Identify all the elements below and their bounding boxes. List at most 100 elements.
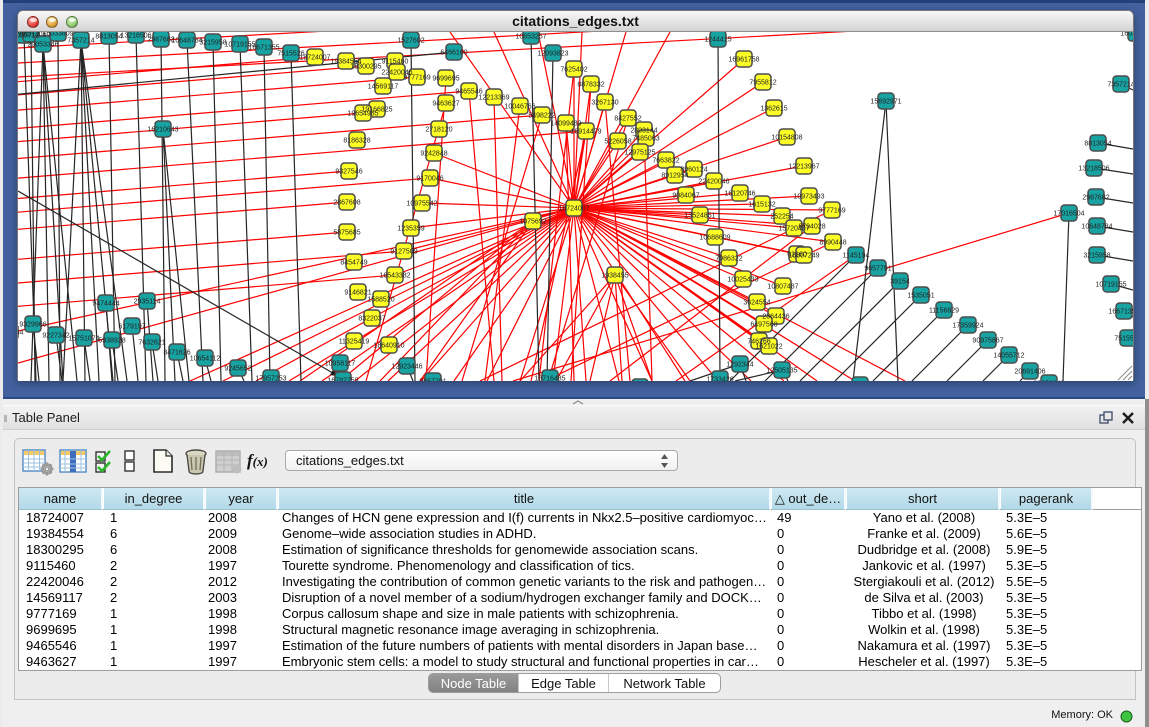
svg-text:1244415: 1244415 (704, 37, 731, 44)
svg-text:13524851: 13524851 (684, 213, 715, 220)
svg-text:10654112: 10654112 (190, 356, 221, 363)
svg-text:5938928: 5938928 (98, 338, 125, 345)
svg-text:90975867: 90975867 (972, 338, 1003, 345)
svg-text:16671355: 16671355 (248, 45, 279, 52)
svg-text:7485063: 7485063 (632, 136, 659, 143)
svg-text:10688609: 10688609 (699, 235, 730, 242)
svg-text:8813054: 8813054 (1084, 141, 1111, 148)
svg-text:18807249: 18807249 (788, 253, 819, 260)
svg-text:12505135: 12505135 (766, 368, 797, 375)
svg-text:1235359: 1235359 (397, 226, 424, 233)
svg-text:10975542: 10975542 (406, 201, 437, 208)
svg-text:10973493: 10973493 (793, 194, 824, 201)
svg-text:9327546: 9327546 (335, 169, 362, 176)
svg-text:6794028: 6794028 (798, 224, 825, 231)
svg-text:8990448: 8990448 (819, 240, 846, 247)
svg-text:12923446: 12923446 (391, 364, 422, 371)
svg-text:11325419: 11325419 (339, 339, 370, 346)
svg-text:10719155: 10719155 (1095, 282, 1126, 289)
svg-text:16210643: 16210643 (147, 127, 178, 134)
svg-text:2718120: 2718120 (425, 127, 452, 134)
svg-text:12975125: 12975125 (624, 150, 655, 157)
svg-text:8471626: 8471626 (163, 350, 190, 357)
svg-text:5498222: 5498222 (528, 113, 555, 120)
svg-text:9245652: 9245652 (224, 366, 251, 373)
svg-text:7515526: 7515526 (1114, 336, 1133, 343)
svg-text:20691406: 20691406 (1014, 369, 1045, 376)
svg-text:9084067: 9084067 (672, 193, 699, 200)
svg-text:9329966: 9329966 (19, 322, 46, 329)
svg-text:9777169: 9777169 (403, 75, 430, 82)
svg-text:13716485: 13716485 (534, 376, 565, 382)
svg-text:10648784: 10648784 (1081, 224, 1112, 231)
svg-text:1527602: 1527602 (397, 38, 424, 45)
svg-text:2364436: 2364436 (762, 314, 789, 321)
svg-text:11156829: 11156829 (929, 308, 959, 315)
svg-text:8878332: 8878332 (577, 82, 604, 89)
svg-text:16914479: 16914479 (570, 129, 601, 136)
svg-text:9115460: 9115460 (382, 59, 409, 66)
svg-text:39154: 39154 (890, 279, 910, 286)
svg-text:1167534: 1167534 (18, 330, 23, 337)
svg-text:6466160: 6466160 (440, 50, 467, 57)
svg-text:1292344: 1292344 (726, 362, 753, 369)
svg-text:8813054: 8813054 (95, 34, 122, 41)
svg-text:15751074: 15751074 (68, 336, 99, 343)
svg-text:15692971: 15692971 (870, 99, 901, 106)
svg-text:10807487: 10807487 (767, 284, 798, 291)
svg-text:2987682: 2987682 (1082, 195, 1109, 202)
svg-text:3215958: 3215958 (199, 40, 226, 47)
svg-text:3624554: 3624554 (743, 300, 770, 307)
svg-text:19654985: 19654985 (347, 111, 378, 118)
svg-text:16961758: 16961758 (728, 57, 759, 64)
svg-text:1588520: 1588520 (367, 297, 394, 304)
svg-text:12093823: 12093823 (537, 51, 568, 58)
svg-text:16671355: 16671355 (1108, 309, 1133, 316)
svg-text:16782759: 16782759 (327, 378, 358, 382)
svg-text:2935114: 2935114 (134, 299, 161, 306)
svg-text:252254: 252254 (770, 214, 793, 221)
svg-text:1535051: 1535051 (907, 293, 934, 300)
svg-text:1145194: 1145194 (843, 253, 870, 260)
svg-text:18724007: 18724007 (558, 206, 589, 213)
svg-text:12213369: 12213369 (478, 95, 509, 102)
svg-text:16543382: 16543382 (379, 273, 410, 280)
svg-text:14569117: 14569117 (368, 84, 399, 91)
svg-text:9227342: 9227342 (42, 333, 69, 340)
svg-text:9657791: 9657791 (864, 266, 891, 273)
svg-text:7625402: 7625402 (560, 67, 587, 74)
svg-text:1075692: 1075692 (519, 219, 546, 226)
svg-text:9777169: 9777169 (818, 208, 845, 215)
svg-text:18640910: 18640910 (373, 343, 404, 350)
svg-text:7357214: 7357214 (1107, 82, 1133, 89)
svg-text:9170046: 9170046 (416, 176, 443, 183)
svg-text:10154808: 10154808 (771, 135, 802, 142)
svg-text:9699695: 9699695 (432, 76, 459, 83)
svg-text:1938455: 1938455 (601, 273, 628, 280)
svg-text:17016504: 17016504 (1053, 211, 1084, 218)
svg-text:10025433: 10025433 (727, 277, 758, 284)
svg-text:5875685: 5875685 (333, 230, 360, 237)
svg-text:16033809: 16033809 (1120, 32, 1133, 38)
svg-text:7986322: 7986322 (715, 256, 742, 263)
svg-text:9127509: 9127509 (390, 249, 417, 256)
svg-text:8186328: 8186328 (343, 138, 370, 145)
svg-text:1733426: 1733426 (706, 377, 733, 382)
svg-text:7632621: 7632621 (138, 340, 165, 347)
svg-text:16120746: 16120746 (724, 191, 755, 198)
svg-text:1621022: 1621022 (755, 344, 782, 351)
svg-text:8322037: 8322037 (358, 316, 385, 323)
svg-text:7357214: 7357214 (67, 38, 94, 45)
svg-text:6497568: 6497568 (750, 322, 777, 329)
svg-text:3267130: 3267130 (591, 100, 618, 107)
svg-text:10648784: 10648784 (171, 38, 202, 45)
svg-text:14099489: 14099489 (550, 121, 581, 128)
svg-text:9242848: 9242848 (420, 151, 447, 158)
svg-text:9657791: 9657791 (419, 379, 446, 382)
svg-text:29053346: 29053346 (27, 42, 58, 49)
svg-text:9463627: 9463627 (432, 101, 459, 108)
svg-text:2867608: 2867608 (333, 200, 360, 207)
svg-text:14055712: 14055712 (993, 353, 1024, 360)
svg-text:12213967: 12213967 (788, 164, 819, 171)
svg-text:5226058: 5226058 (604, 139, 631, 146)
